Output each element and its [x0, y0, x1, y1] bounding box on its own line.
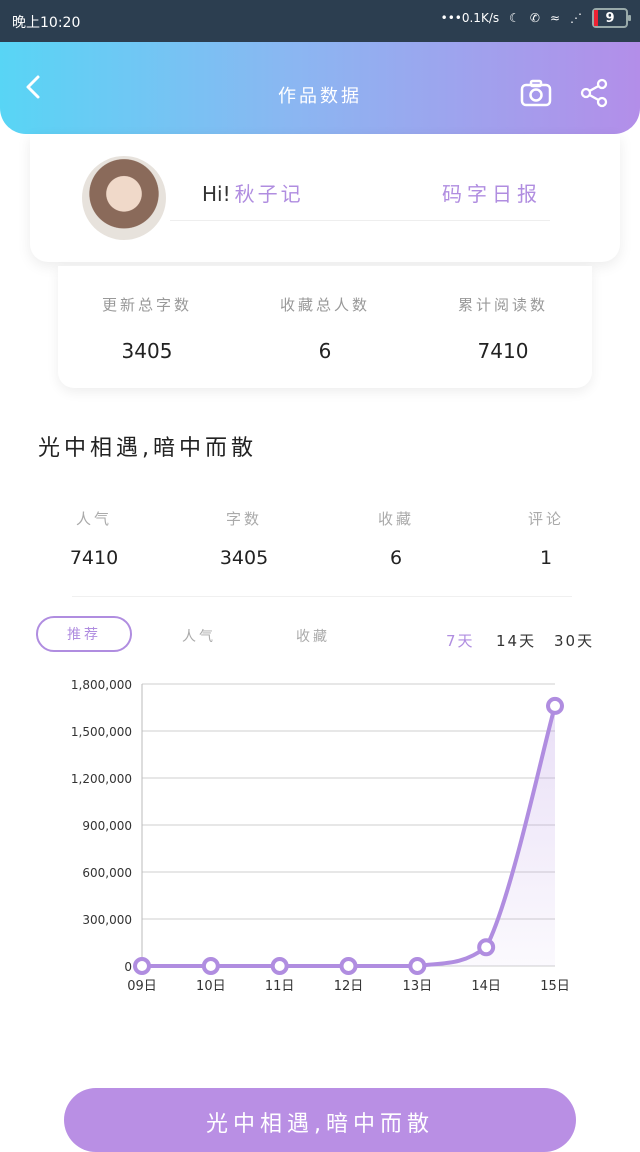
divider — [170, 220, 550, 221]
header-bar: 作品数据 — [0, 42, 640, 134]
work-detail-button[interactable]: 光中相遇,暗中而散 — [64, 1088, 576, 1152]
data-point — [201, 957, 220, 975]
data-point — [339, 957, 358, 975]
metric-label: 字数 — [225, 510, 262, 528]
x-tick-label: 11日 — [265, 979, 295, 994]
popularity-metric: 人气 7410 — [34, 508, 154, 569]
x-tick-label: 15日 — [540, 979, 570, 994]
trend-chart: 0 300,000 600,000 900,000 1,200,000 1,500,000… — [71, 678, 570, 994]
author-name: 秋子记 — [234, 182, 304, 206]
greeting-text: Hi! 秋子记 — [202, 178, 304, 207]
share-icon[interactable] — [580, 78, 608, 108]
data-point — [477, 938, 496, 957]
x-tick-label: 13日 — [403, 979, 433, 994]
moon-icon: ☾ — [509, 11, 520, 25]
stat-label: 更新总字数 — [101, 296, 192, 314]
stat-value: 3405 — [121, 339, 173, 363]
y-tick-label: 1,500,000 — [71, 725, 132, 739]
metric-value: 7410 — [69, 547, 119, 569]
x-tick-label: 12日 — [334, 979, 364, 994]
wifi-icon: ⋰ — [570, 11, 582, 25]
stat-value: 6 — [318, 339, 332, 363]
battery-icon: 9 — [592, 8, 631, 28]
profile-card: Hi! 秋子记 码字日报 — [30, 134, 620, 262]
y-tick-label: 1,800,000 — [71, 678, 132, 692]
status-bar: 晚上10:20 •••0.1K/s ☾ ✆ ≈ ⋰ 9 — [0, 0, 640, 42]
total-words-stat: 更新总字数 3405 — [58, 294, 236, 363]
camera-icon[interactable] — [520, 78, 552, 108]
data-point — [133, 957, 151, 975]
divider — [72, 596, 572, 597]
data-point — [408, 957, 427, 975]
network-speed: •••0.1K/s — [440, 11, 500, 25]
metric-label: 评论 — [527, 510, 564, 528]
totals-card: 更新总字数 3405 收藏总人数 6 累计阅读数 7410 — [58, 266, 592, 388]
y-tick-label: 300,000 — [82, 913, 132, 927]
metric-value: 1 — [539, 547, 553, 569]
tab-favorites[interactable]: 收藏 — [296, 626, 330, 646]
metric-label: 人气 — [75, 510, 112, 528]
stat-label: 收藏总人数 — [279, 296, 370, 314]
y-tick-label: 0 — [124, 960, 132, 974]
word-count-metric: 字数 3405 — [184, 508, 304, 569]
metric-value: 3405 — [219, 547, 269, 569]
metric-value: 6 — [389, 547, 403, 569]
range-30-days[interactable]: 30天 — [554, 630, 594, 651]
tab-popularity[interactable]: 人气 — [182, 626, 216, 646]
x-tick-label: 14日 — [471, 979, 501, 994]
data-point — [270, 957, 289, 975]
range-14-days[interactable]: 14天 — [496, 630, 536, 651]
battery-level: 9 — [605, 10, 615, 26]
data-point — [546, 696, 564, 715]
y-tick-label: 1,200,000 — [71, 772, 132, 786]
status-icons: •••0.1K/s ☾ ✆ ≈ ⋰ 9 — [440, 8, 631, 28]
greeting-hi: Hi! — [202, 182, 231, 206]
x-tick-label: 10日 — [196, 979, 226, 994]
x-tick-label: 09日 — [127, 979, 157, 994]
metric-label: 收藏 — [377, 510, 414, 528]
comments-metric: 评论 1 — [486, 508, 606, 569]
y-tick-label: 900,000 — [82, 819, 132, 833]
total-favorites-stat: 收藏总人数 6 — [236, 294, 414, 363]
stat-value: 7410 — [477, 339, 529, 363]
series-line — [141, 705, 557, 968]
total-reads-stat: 累计阅读数 7410 — [414, 294, 592, 363]
favorites-metric: 收藏 6 — [336, 508, 456, 569]
y-tick-label: 600,000 — [82, 866, 132, 880]
status-time: 晚上10:20 — [12, 15, 81, 31]
tab-recommend[interactable]: 推荐 — [36, 616, 132, 652]
avatar[interactable] — [82, 156, 166, 240]
daily-report-link[interactable]: 码字日报 — [442, 178, 542, 207]
stat-label: 累计阅读数 — [457, 296, 548, 314]
phone-icon: ✆ — [529, 11, 540, 25]
work-title: 光中相遇,暗中而散 — [38, 436, 257, 461]
range-7-days[interactable]: 7天 — [446, 630, 475, 651]
signal-icon: ≈ — [549, 11, 560, 25]
